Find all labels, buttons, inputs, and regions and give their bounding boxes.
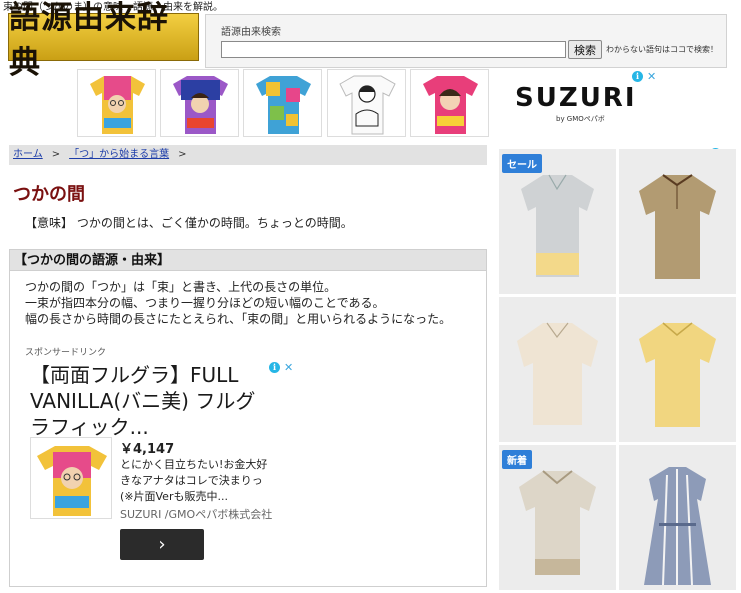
- ad-product-tile[interactable]: [499, 297, 616, 442]
- product-ad-desc-line: (※片面Verも販売中...: [120, 490, 228, 503]
- tshirt-banner-4[interactable]: [327, 69, 406, 137]
- tshirt-banner-3[interactable]: [243, 69, 322, 137]
- shirt-image: [639, 322, 716, 427]
- tshirt-banner-5[interactable]: [410, 69, 489, 137]
- product-ad-seller: SUZURI /GMOペパボ株式会社: [120, 508, 273, 521]
- suzuri-logo: SUZURI: [515, 83, 637, 113]
- new-badge: 新着: [502, 450, 532, 469]
- site-logo[interactable]: 語源由来辞典: [8, 0, 199, 81]
- tshirt-banner-row: [77, 69, 491, 137]
- ad-product-tile[interactable]: [619, 297, 736, 442]
- product-ad-title[interactable]: 【両面フルグラ】FULL VANILLA(バニ美) フルグラフィック...: [30, 362, 270, 440]
- ad-info-icon[interactable]: i: [632, 71, 643, 82]
- ad-product-tile[interactable]: 新着: [499, 445, 616, 590]
- tshirt-image: [37, 446, 107, 516]
- suzuri-byline: by GMOペパボ: [556, 115, 605, 123]
- fashion-ad-grid: i ✕ セール 新着: [497, 146, 738, 593]
- product-ad-open-button[interactable]: ›: [120, 529, 204, 560]
- tshirt-banner-2[interactable]: [160, 69, 239, 137]
- dress-image: [644, 467, 711, 586]
- breadcrumb-separator: >: [178, 149, 187, 160]
- breadcrumb-category-link[interactable]: 「つ」から始まる言葉: [69, 149, 169, 160]
- search-button[interactable]: 検索: [568, 40, 602, 59]
- tshirt-image: [423, 76, 478, 134]
- product-ad[interactable]: i ✕ 【両面フルグラ】FULL VANILLA(バニ美) フルグラフィック..…: [27, 360, 297, 580]
- product-ad-description: とにかく目立ちたい!お金大好 きなアナタはコレで決まりっ (※片面Verも販売中…: [120, 457, 290, 505]
- ad-close-icon[interactable]: ✕: [284, 362, 293, 373]
- shirt-image: [639, 174, 716, 279]
- breadcrumb: ホーム > 「つ」から始まる言葉 >: [9, 145, 487, 165]
- sponsored-label: スポンサードリンク: [25, 348, 107, 358]
- shirt-image: [517, 322, 598, 425]
- tshirt-image: [339, 75, 396, 135]
- origin-line: つかの間の「つか」は「束」と書き、上代の長さの単位。: [25, 280, 337, 294]
- tshirt-image: [173, 76, 228, 134]
- origin-body: つかの間の「つか」は「束」と書き、上代の長さの単位。 一束が指四本分の幅、つまり…: [25, 279, 451, 327]
- suzuri-ad-banner[interactable]: i ✕ SUZURI by GMOペパボ: [500, 69, 660, 137]
- search-input[interactable]: [221, 41, 566, 58]
- tshirt-image: [90, 76, 145, 134]
- product-ad-price: ￥4,147: [120, 442, 175, 457]
- origin-heading: 【つかの間の語源・由来】: [9, 249, 487, 271]
- search-note: わからない語句はココで検索！: [606, 45, 718, 54]
- product-ad-desc-line: きなアナタはコレで決まりっ: [120, 474, 263, 487]
- ad-info-icon[interactable]: i: [269, 362, 280, 373]
- origin-line: 一束が指四本分の幅、つまり一握り分ほどの短い幅のことである。: [25, 296, 385, 310]
- ad-close-icon[interactable]: ✕: [647, 71, 656, 82]
- chevron-right-icon: ›: [158, 534, 166, 555]
- tshirt-banner-1[interactable]: [77, 69, 156, 137]
- breadcrumb-separator: >: [51, 149, 61, 160]
- breadcrumb-home-link[interactable]: ホーム: [13, 149, 43, 160]
- origin-line: 幅の長さから時間の長さにたとえられ、「束の間」と用いられるようになった。: [25, 312, 452, 326]
- meaning-text: 【意味】 つかの間とは、ごく僅かの時間。ちょっとの時間。: [25, 216, 353, 230]
- ad-product-tile[interactable]: [619, 445, 736, 590]
- ad-product-tile[interactable]: [619, 149, 736, 294]
- ad-product-tile[interactable]: セール: [499, 149, 616, 294]
- search-label: 語源由来検索: [221, 27, 281, 38]
- page-title: つかの間: [13, 184, 85, 205]
- product-ad-desc-line: とにかく目立ちたい!お金大好: [120, 458, 268, 471]
- tshirt-image: [256, 76, 311, 134]
- search-panel: 語源由来検索 検索 わからない語句はココで検索！: [205, 14, 727, 68]
- product-ad-image[interactable]: [30, 437, 112, 519]
- sale-badge: セール: [502, 154, 542, 173]
